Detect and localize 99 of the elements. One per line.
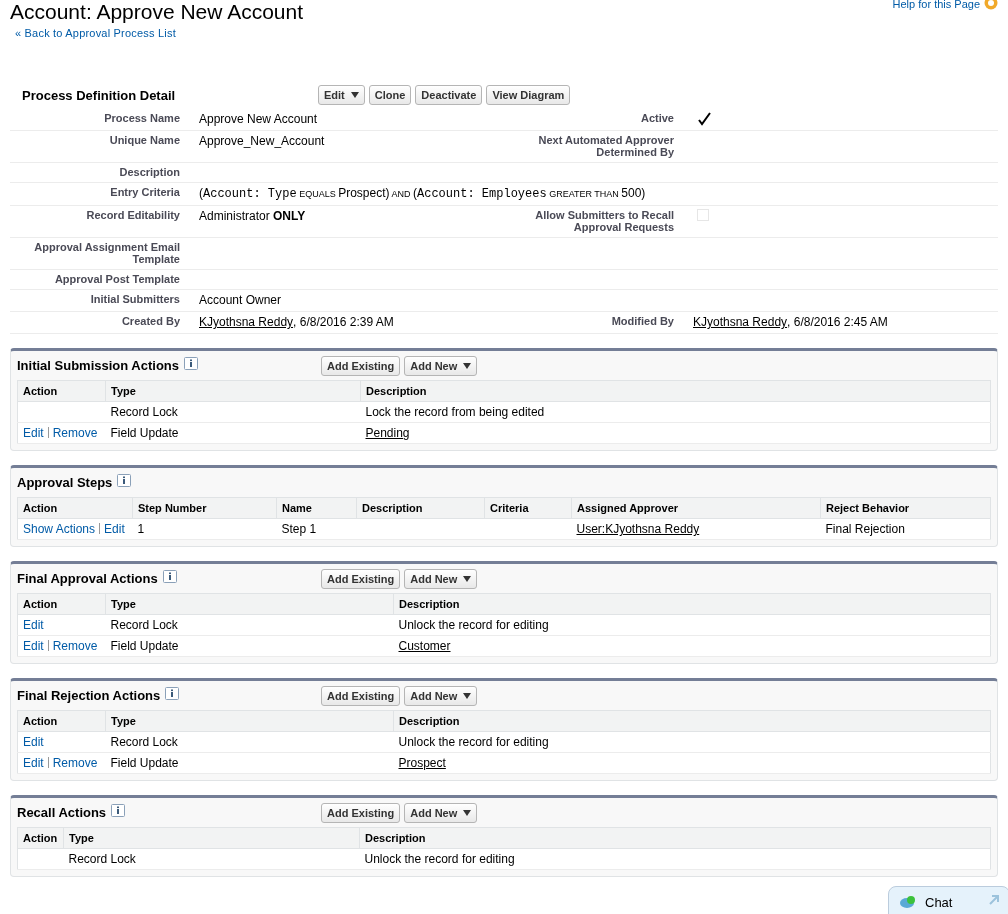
- field-label: Approval Post Template: [53, 273, 181, 285]
- field-value: , 6/8/2016 2:45 AM: [787, 315, 888, 329]
- action-button[interactable]: Edit: [318, 85, 365, 105]
- info-icon: [117, 474, 132, 487]
- action-button[interactable]: Add Existing: [321, 568, 401, 589]
- help-link[interactable]: Help for this Page: [892, 0, 980, 10]
- back-link[interactable]: « Back to Approval Process List: [15, 27, 176, 39]
- action-link[interactable]: Edit: [23, 639, 44, 653]
- field-label: Approval Assignment Email Template: [33, 241, 181, 265]
- column-header: Criteria: [484, 497, 572, 519]
- column-header: Reject Behavior: [820, 497, 991, 519]
- table-cell: Lock the record from being edited: [365, 405, 545, 419]
- column-header: Description: [356, 497, 485, 519]
- column-header: Type: [63, 827, 360, 849]
- field-label: Active: [639, 112, 675, 126]
- section-title: Initial Submission Actions: [17, 358, 180, 373]
- action-button[interactable]: View Diagram: [486, 85, 571, 105]
- expand-arrow-icon: [989, 895, 999, 905]
- field-label: Description: [118, 166, 181, 178]
- table-cell: Final Rejection: [825, 522, 905, 536]
- column-header: Description: [393, 710, 991, 732]
- user-link[interactable]: KJyothsna Reddy: [199, 315, 294, 329]
- field-label: Next Automated Approver Determined By: [537, 134, 675, 158]
- action-link[interactable]: Remove: [52, 756, 98, 770]
- table-cell: Step 1: [281, 522, 317, 536]
- action-link[interactable]: Show Actions: [23, 522, 96, 536]
- action-button[interactable]: Add New: [404, 685, 478, 706]
- column-header: Description: [359, 827, 991, 849]
- table-cell: Field Update: [110, 639, 179, 653]
- field-label: Modified By: [610, 315, 675, 329]
- field-label: Unique Name: [108, 134, 181, 148]
- action-button[interactable]: Add New: [404, 802, 478, 823]
- column-header: Step Number: [132, 497, 277, 519]
- column-header: Type: [105, 380, 361, 402]
- table-cell: Unlock the record for editing: [398, 618, 549, 632]
- info-icon: [111, 804, 126, 817]
- column-header: Description: [393, 593, 991, 615]
- table-cell: Record Lock: [110, 618, 178, 632]
- table-cell: Record Lock: [68, 852, 136, 866]
- action-button[interactable]: Add New: [404, 568, 478, 589]
- column-header: Description: [360, 380, 991, 402]
- field-value: Administrator ONLY: [199, 209, 306, 223]
- chat-label: Chat: [925, 895, 954, 910]
- column-header: Action: [17, 380, 106, 402]
- section-title: Process Definition Detail: [22, 87, 177, 103]
- action-link[interactable]: Remove: [52, 426, 98, 440]
- column-header: Action: [17, 827, 64, 849]
- column-header: Assigned Approver: [571, 497, 821, 519]
- field-label: Initial Submitters: [89, 293, 181, 307]
- table-cell: Unlock the record for editing: [398, 735, 549, 749]
- column-header: Type: [105, 593, 394, 615]
- record-link[interactable]: Prospect: [398, 756, 446, 770]
- action-button[interactable]: Add New: [404, 355, 478, 376]
- action-link[interactable]: Edit: [23, 735, 44, 749]
- field-label: Record Editability: [85, 209, 181, 223]
- page-title: Account: Approve New Account: [10, 0, 304, 24]
- action-button[interactable]: Deactivate: [415, 85, 483, 105]
- record-link[interactable]: Customer: [398, 639, 451, 653]
- table-cell: 1: [137, 522, 145, 536]
- action-button[interactable]: Add Existing: [321, 355, 401, 376]
- info-icon: [165, 687, 180, 700]
- action-link[interactable]: Edit: [23, 756, 44, 770]
- field-value: Approve New Account: [199, 112, 318, 126]
- action-link[interactable]: Edit: [104, 522, 125, 536]
- field-value: Approve_New_Account: [199, 134, 325, 148]
- field-label: Process Name: [103, 112, 181, 126]
- table-cell: Field Update: [110, 756, 179, 770]
- record-link[interactable]: Pending: [365, 426, 410, 440]
- field-value: Account Owner: [199, 293, 282, 307]
- field-label: Entry Criteria: [109, 186, 181, 200]
- column-header: Name: [276, 497, 357, 519]
- field-label: Created By: [120, 315, 181, 329]
- section-title: Final Rejection Actions: [17, 688, 161, 703]
- section-title: Final Approval Actions: [17, 571, 158, 586]
- chat-bubble-icon: [899, 895, 917, 909]
- section-title: Recall Actions: [17, 805, 107, 820]
- action-link[interactable]: Remove: [52, 639, 98, 653]
- field-value: , 6/8/2016 2:39 AM: [293, 315, 394, 329]
- action-button[interactable]: Add Existing: [321, 685, 401, 706]
- section-title: Approval Steps: [17, 475, 113, 490]
- chat-widget[interactable]: Chat: [888, 886, 1008, 914]
- table-cell: Field Update: [110, 426, 179, 440]
- info-icon: [162, 570, 177, 583]
- column-header: Action: [17, 710, 106, 732]
- record-link[interactable]: User:KJyothsna Reddy: [576, 522, 700, 536]
- action-link[interactable]: Edit: [23, 426, 44, 440]
- action-button[interactable]: Add Existing: [321, 802, 401, 823]
- info-icon: [184, 357, 199, 370]
- table-cell: Record Lock: [110, 735, 178, 749]
- field-value: (Account: Type EQUALS Prospect) AND (Account: Employees GREATER THAN 500): [199, 186, 646, 201]
- field-label: Allow Submitters to Recall Approval Requests: [534, 209, 675, 233]
- column-header: Type: [105, 710, 394, 732]
- table-cell: Unlock the record for editing: [364, 852, 515, 866]
- action-button[interactable]: Clone: [368, 85, 412, 105]
- action-link[interactable]: Edit: [23, 618, 44, 632]
- table-cell: Record Lock: [110, 405, 178, 419]
- column-header: Action: [17, 593, 106, 615]
- user-link[interactable]: KJyothsna Reddy: [693, 315, 788, 329]
- column-header: Action: [17, 497, 133, 519]
